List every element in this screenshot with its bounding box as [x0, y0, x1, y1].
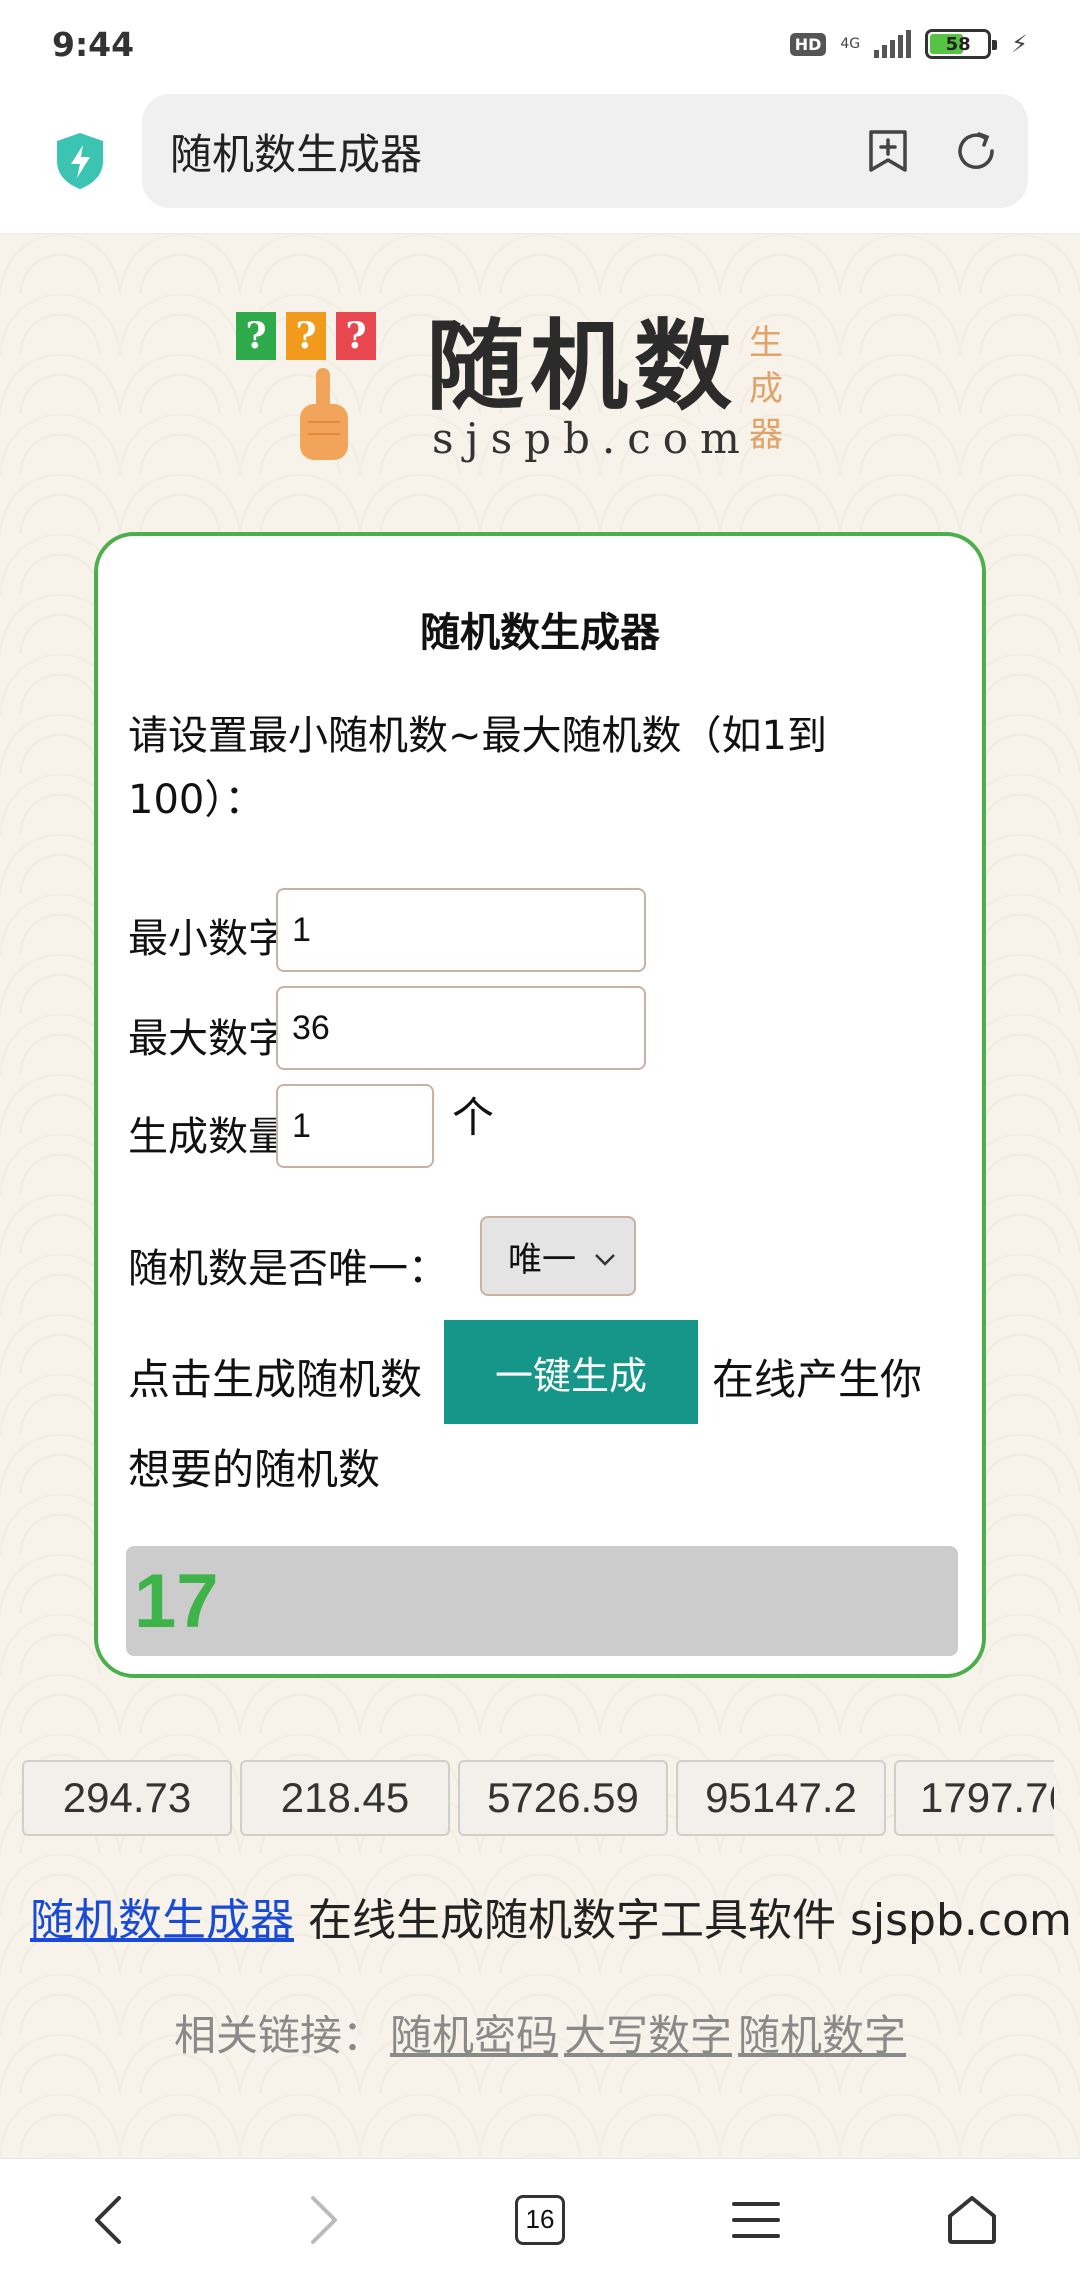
- related-label: 相关链接：: [173, 2011, 384, 2060]
- back-icon[interactable]: [68, 2180, 148, 2260]
- status-bar: 9:44 HD 4G 58 ⚡︎: [0, 0, 1080, 88]
- browser-toolbar: 随机数生成器: [0, 88, 1080, 234]
- logo-title: 随机数: [426, 309, 739, 424]
- logo-question-mark: ?: [286, 312, 326, 360]
- history-chip[interactable]: 294.73: [22, 1760, 232, 1836]
- footer-text: 在线生成随机数字工具软件 sjspb.com: [294, 1895, 1072, 1946]
- address-bar-title[interactable]: 随机数生成器: [170, 121, 422, 182]
- signal-icon: [874, 30, 912, 58]
- generate-suffix-text: 在线产生你: [712, 1355, 923, 1404]
- pointing-hand-icon: [294, 364, 354, 464]
- forward-icon[interactable]: [284, 2180, 364, 2260]
- related-links: 相关链接： 随机密码 大写数字 随机数字: [0, 2002, 1080, 2063]
- chevron-down-icon: [594, 1236, 616, 1276]
- add-bookmark-icon[interactable]: [864, 127, 912, 175]
- unique-select[interactable]: 唯一: [480, 1216, 636, 1296]
- min-number-input[interactable]: 1: [276, 888, 646, 972]
- result-value: 17: [134, 1558, 219, 1644]
- max-number-input[interactable]: 36: [276, 986, 646, 1070]
- home-icon[interactable]: [932, 2180, 1012, 2260]
- count-input[interactable]: 1: [276, 1084, 434, 1168]
- logo-side-char: 器: [749, 415, 783, 455]
- history-chip[interactable]: 218.45: [240, 1760, 450, 1836]
- address-bar-actions: [864, 94, 1000, 208]
- unique-label: 随机数是否唯一：: [128, 1246, 448, 1292]
- shield-bolt-icon[interactable]: [50, 129, 110, 193]
- logo-question-marks: ? ? ?: [236, 312, 376, 360]
- network-type-icon: 4G: [840, 36, 861, 52]
- address-bar[interactable]: 随机数生成器: [142, 94, 1028, 208]
- history-chip[interactable]: 5726.59: [458, 1760, 668, 1836]
- refresh-icon[interactable]: [952, 127, 1000, 175]
- logo-side-text: 生 成 器: [746, 320, 786, 458]
- page-content: ? ? ? 随机数 sjspb.com 生 成 器 随机数生成器 请设置最小随机…: [0, 234, 1080, 2158]
- result-box: 17: [126, 1546, 958, 1656]
- browser-nav-bar: 16: [0, 2158, 1080, 2280]
- logo-question-mark: ?: [236, 312, 276, 360]
- footer-site-link[interactable]: 随机数生成器: [30, 1895, 294, 1946]
- tabs-count: 16: [515, 2194, 565, 2245]
- related-link-random-number[interactable]: 随机数字: [738, 2011, 906, 2060]
- charging-icon: ⚡︎: [1011, 30, 1028, 58]
- history-chips: 294.73 218.45 5726.59 95147.2 1797.76: [22, 1760, 1054, 1836]
- logo-side-char: 生: [749, 323, 783, 363]
- hd-icon: HD: [789, 32, 827, 56]
- battery-level: 58: [945, 33, 971, 55]
- related-link-uppercase[interactable]: 大写数字: [564, 2011, 732, 2060]
- card-title: 随机数生成器: [420, 610, 660, 656]
- logo-domain: sjspb.com: [432, 414, 752, 463]
- card-description: 请设置最小随机数~最大随机数（如1到100）：: [128, 713, 827, 823]
- status-icons: HD 4G 58 ⚡︎: [789, 29, 1028, 59]
- menu-icon[interactable]: [716, 2180, 796, 2260]
- unique-select-value: 唯一: [508, 1239, 576, 1280]
- logo-question-mark: ?: [336, 312, 376, 360]
- tabs-icon[interactable]: 16: [500, 2180, 580, 2260]
- footer-line: 随机数生成器 在线生成随机数字工具软件 sjspb.com: [30, 1884, 1072, 1948]
- generate-button[interactable]: 一键生成: [444, 1320, 698, 1424]
- battery-icon: 58: [925, 29, 998, 59]
- related-link-password[interactable]: 随机密码: [390, 2011, 558, 2060]
- generate-suffix-text-2: 想要的随机数: [128, 1445, 381, 1494]
- history-chip[interactable]: 95147.2: [676, 1760, 886, 1836]
- logo-side-char: 成: [749, 369, 783, 409]
- site-logo[interactable]: ? ? ? 随机数 sjspb.com 生 成 器: [236, 274, 836, 463]
- history-chip[interactable]: 1797.76: [894, 1760, 1054, 1836]
- status-time: 9:44: [52, 24, 135, 64]
- generator-card: 随机数生成器 请设置最小随机数~最大随机数（如1到100）： 最小数字： 1 最…: [94, 532, 986, 1678]
- count-unit: 个: [452, 1093, 495, 1142]
- generate-prefix-text: 点击生成随机数: [128, 1355, 423, 1404]
